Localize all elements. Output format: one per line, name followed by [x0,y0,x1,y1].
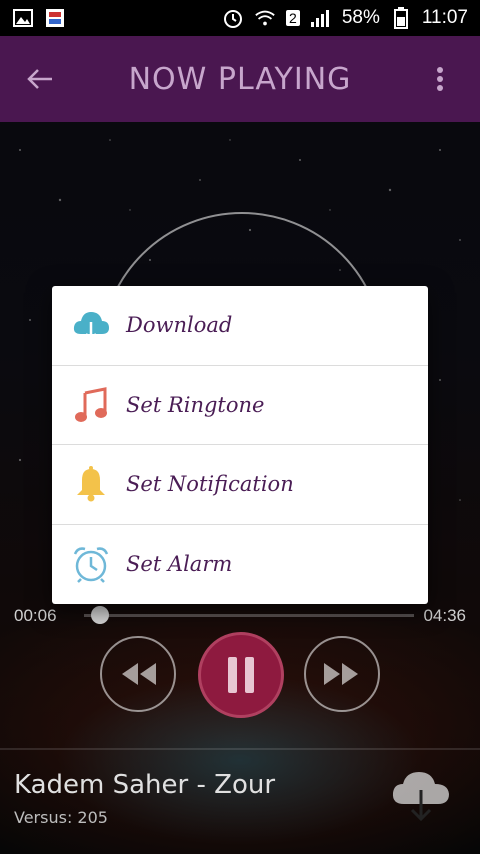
menu-item-set-alarm[interactable]: Set Alarm [52,525,428,605]
track-title: Kadem Saher - Zour [14,770,276,800]
cloud-download-icon [72,306,110,344]
pause-icon [228,657,254,693]
menu-item-download[interactable]: Download [52,286,428,366]
signal-icon [310,7,332,29]
rewind-icon [122,663,156,685]
app-notification-icon [44,7,66,29]
sim-badge: 2 [286,10,300,26]
alarm-icon [222,7,244,29]
menu-item-set-notification[interactable]: Set Notification [52,445,428,525]
music-note-icon [72,386,110,424]
menu-label-download: Download [126,313,233,338]
wifi-icon [254,7,276,29]
track-subtitle: Versus: 205 [14,808,108,827]
gallery-icon [12,7,34,29]
current-time: 00:06 [14,606,57,625]
pause-button[interactable] [198,632,284,718]
back-button[interactable] [18,57,62,101]
battery-icon [390,7,412,29]
menu-label-set-notification: Set Notification [126,472,294,497]
menu-label-set-ringtone: Set Ringtone [126,392,265,417]
back-arrow-icon [27,69,52,89]
app-bar: NOW PLAYING [0,36,480,122]
cloud-download-button[interactable] [388,760,454,826]
menu-label-set-alarm: Set Alarm [126,552,233,577]
page-title: NOW PLAYING [128,61,352,97]
fast-forward-icon [324,663,358,685]
seek-thumb[interactable] [90,606,109,624]
options-dialog: Download Set Ringtone Set Notification S… [52,286,428,604]
divider [0,748,480,750]
menu-item-set-ringtone[interactable]: Set Ringtone [52,366,428,445]
status-time: 11:07 [421,7,468,28]
overflow-menu-button[interactable] [418,57,462,101]
battery-percent: 58% [341,7,380,28]
cloud-download-icon [392,772,449,822]
alarm-clock-icon [72,545,110,584]
seek-bar[interactable] [84,614,414,617]
rewind-button[interactable] [100,636,176,712]
fast-forward-button[interactable] [304,636,380,712]
bell-icon [72,465,110,503]
status-bar: 2 58% 11:07 [0,0,480,36]
more-vert-icon [437,67,443,91]
total-time: 04:36 [423,606,466,625]
